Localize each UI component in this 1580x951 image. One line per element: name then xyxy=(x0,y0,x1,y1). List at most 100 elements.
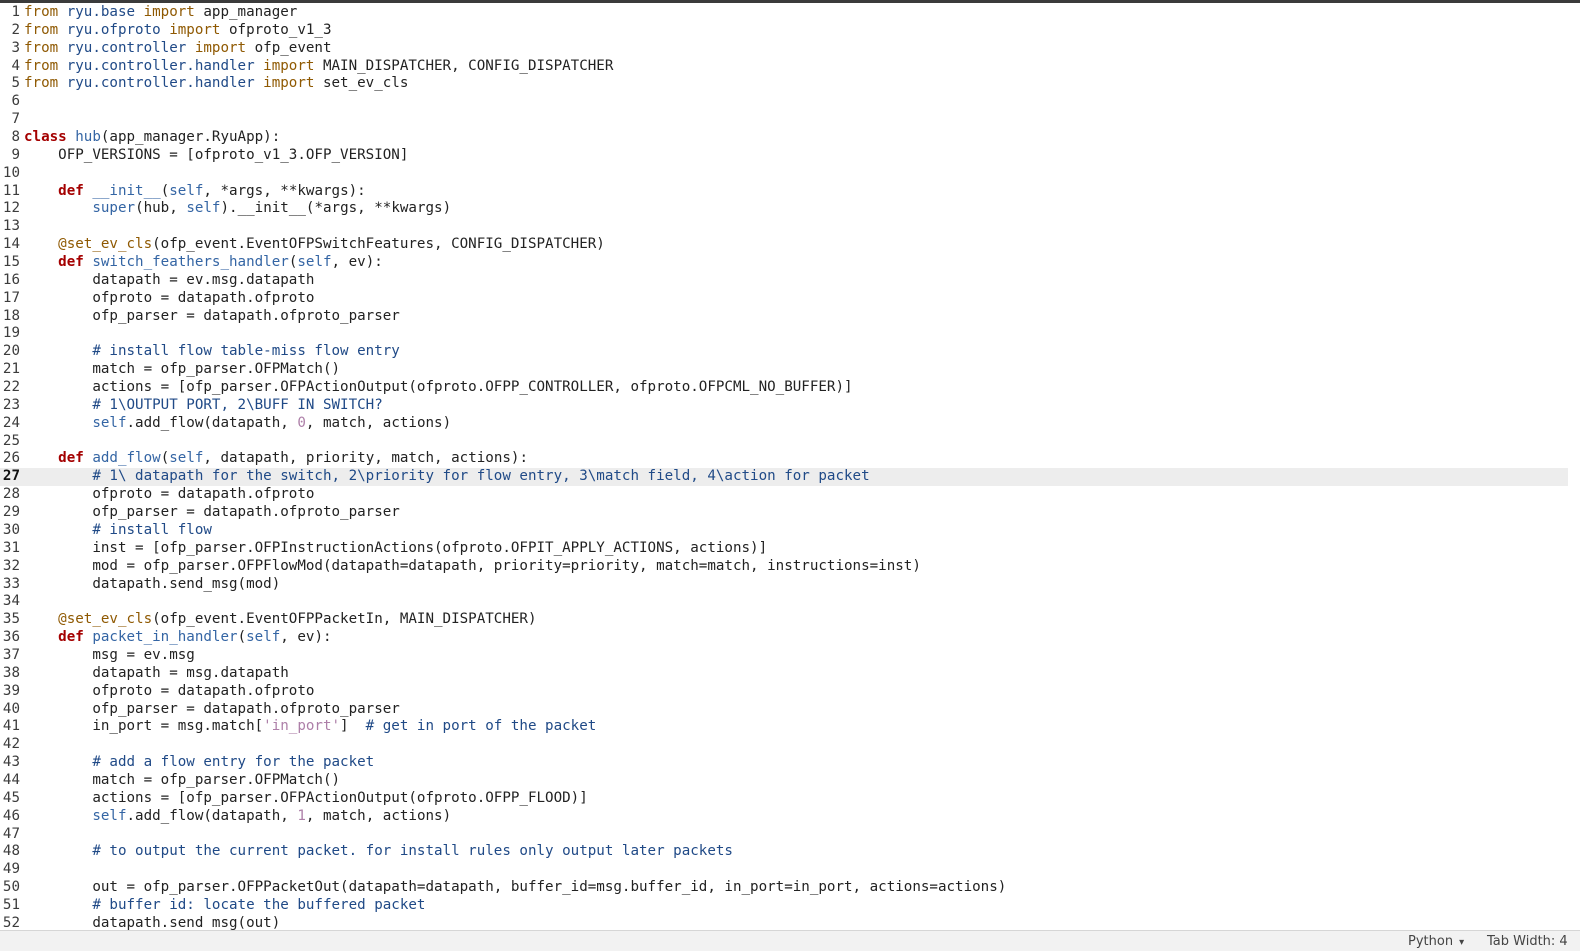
code-token: datapath.send_msg(out) xyxy=(24,914,281,931)
line-number: 33 xyxy=(2,575,20,592)
code-line[interactable]: 8 class hub(app_manager.RyuApp): xyxy=(0,129,1568,147)
code-line[interactable]: 6 xyxy=(0,93,1568,111)
code-text: datapath.send_msg(out) xyxy=(24,915,280,931)
code-line[interactable]: 49 xyxy=(0,861,1568,879)
code-line[interactable]: 4 from ryu.controller.handler import MAIN… xyxy=(0,58,1568,76)
code-line[interactable]: 32 mod = ofp_parser.OFPFlowMod(datapath=… xyxy=(0,558,1568,576)
code-line[interactable]: 2 from ryu.ofproto import ofproto_v1_3 xyxy=(0,22,1568,40)
code-line[interactable]: 42 xyxy=(0,736,1568,754)
code-line[interactable]: 9 OFP_VERSIONS = [ofproto_v1_3.OFP_VERSI… xyxy=(0,147,1568,165)
code-text: ofproto = datapath.ofproto xyxy=(24,486,314,502)
code-line[interactable]: 30 # install flow xyxy=(0,522,1568,540)
code-text: match = ofp_parser.OFPMatch() xyxy=(24,361,340,377)
code-line[interactable]: 15 def switch_feathers_handler(self, ev)… xyxy=(0,254,1568,272)
line-number: 50 xyxy=(2,879,20,896)
code-text: ofp_parser = datapath.ofproto_parser xyxy=(24,308,400,324)
code-line[interactable]: 31 inst = [ofp_parser.OFPInstructionActi… xyxy=(0,540,1568,558)
code-line[interactable]: 5 from ryu.controller.handler import set_… xyxy=(0,75,1568,93)
code-text: from ryu.controller.handler import MAIN_… xyxy=(24,58,613,74)
code-line[interactable]: 33 datapath.send_msg(mod) xyxy=(0,576,1568,594)
code-line[interactable]: 7 xyxy=(0,111,1568,129)
code-token: datapath = ev.msg.datapath xyxy=(24,271,315,288)
code-line[interactable]: 36 def packet_in_handler(self, ev): xyxy=(0,629,1568,647)
code-token: ryu.base xyxy=(58,4,136,20)
code-line[interactable]: 11 def __init__(self, *args, **kwargs): xyxy=(0,183,1568,201)
code-text: ofproto = datapath.ofproto xyxy=(24,290,314,306)
code-line[interactable]: 18 ofp_parser = datapath.ofproto_parser xyxy=(0,308,1568,326)
code-line[interactable]: 20 # install flow table-miss flow entry xyxy=(0,343,1568,361)
code-line[interactable]: 34 xyxy=(0,593,1568,611)
line-number: 31 xyxy=(2,539,20,556)
code-line[interactable]: 37 msg = ev.msg xyxy=(0,647,1568,665)
line-number: 15 xyxy=(2,254,20,271)
code-line[interactable]: 23 # 1\OUTPUT PORT, 2\BUFF IN SWITCH? xyxy=(0,397,1568,415)
code-line[interactable]: 40 ofp_parser = datapath.ofproto_parser xyxy=(0,701,1568,719)
code-line[interactable]: 43 # add a flow entry for the packet xyxy=(0,754,1568,772)
line-number: 28 xyxy=(2,486,20,503)
code-line[interactable]: 51 # buffer id: locate the buffered pack… xyxy=(0,897,1568,915)
code-text: def __init__(self, *args, **kwargs): xyxy=(24,183,366,199)
code-token: self xyxy=(297,254,332,271)
code-line[interactable]: 17 ofproto = datapath.ofproto xyxy=(0,290,1568,308)
code-token: ofp_parser = datapath.ofproto_parser xyxy=(24,307,400,324)
line-number: 14 xyxy=(2,236,20,253)
code-token: ( xyxy=(237,629,247,646)
code-line[interactable]: 25 xyxy=(0,433,1568,451)
tab-width-selector[interactable]: Tab Width: 4 xyxy=(1487,934,1568,949)
code-line[interactable]: 1 from ryu.base import app_manager xyxy=(0,4,1568,22)
code-line[interactable]: 41 in_port = msg.match['in_port'] # get … xyxy=(0,718,1568,736)
code-token: ofp_parser = datapath.ofproto_parser xyxy=(24,504,400,521)
code-line[interactable]: 39 ofproto = datapath.ofproto xyxy=(0,683,1568,701)
code-token: # 1\ datapath for the switch, 2\priority… xyxy=(92,468,870,485)
code-line[interactable]: 48 # to output the current packet. for i… xyxy=(0,843,1568,861)
line-number: 1 xyxy=(11,4,20,20)
line-number: 2 xyxy=(11,21,20,38)
code-line[interactable]: 10 xyxy=(0,165,1568,183)
code-line[interactable]: 38 datapath = msg.datapath xyxy=(0,665,1568,683)
line-number: 18 xyxy=(2,307,20,324)
code-line[interactable]: 12 super(hub, self).__init__(*args, **kw… xyxy=(0,200,1568,218)
code-line[interactable]: 22 actions = [ofp_parser.OFPActionOutput… xyxy=(0,379,1568,397)
code-line[interactable]: 16 datapath = ev.msg.datapath xyxy=(0,272,1568,290)
code-token: , match, actions) xyxy=(305,414,452,431)
code-line[interactable]: 14 @set_ev_cls(ofp_event.EventOFPSwitchF… xyxy=(0,236,1568,254)
line-number: 30 xyxy=(2,521,20,538)
code-line[interactable]: 3 from ryu.controller import ofp_event xyxy=(0,40,1568,58)
code-token: 'in_port' xyxy=(263,718,341,735)
code-editor[interactable]: 1 from ryu.base import app_manager 2 from r… xyxy=(0,4,1568,931)
code-line[interactable]: 45 actions = [ofp_parser.OFPActionOutput… xyxy=(0,790,1568,808)
code-token: import xyxy=(160,21,221,38)
code-text: datapath.send_msg(mod) xyxy=(24,576,280,592)
language-selector[interactable]: Python ▾ xyxy=(1408,934,1464,949)
code-token: OFP_VERSIONS = [ofproto_v1_3.OFP_VERSION… xyxy=(24,146,409,163)
code-line[interactable]: 50 out = ofp_parser.OFPPacketOut(datapat… xyxy=(0,879,1568,897)
code-line[interactable]: 24 self.add_flow(datapath, 0, match, act… xyxy=(0,415,1568,433)
code-token: , *args, **kwargs): xyxy=(203,182,366,199)
code-line[interactable]: 21 match = ofp_parser.OFPMatch() xyxy=(0,361,1568,379)
code-line[interactable]: 46 self.add_flow(datapath, 1, match, act… xyxy=(0,808,1568,826)
code-line[interactable]: 19 xyxy=(0,325,1568,343)
code-line[interactable]: 52 datapath.send_msg(out) xyxy=(0,915,1568,931)
code-line[interactable]: 29 ofp_parser = datapath.ofproto_parser xyxy=(0,504,1568,522)
code-line[interactable]: 44 match = ofp_parser.OFPMatch() xyxy=(0,772,1568,790)
code-token: ofp_event xyxy=(246,39,332,56)
line-number: 3 xyxy=(11,39,20,56)
code-line[interactable]: 35 @set_ev_cls(ofp_event.EventOFPPacketI… xyxy=(0,611,1568,629)
code-token: (hub, xyxy=(135,200,187,217)
code-text: OFP_VERSIONS = [ofproto_v1_3.OFP_VERSION… xyxy=(24,147,408,163)
code-token: ofproto = datapath.ofproto xyxy=(24,289,315,306)
code-line[interactable]: 27 # 1\ datapath for the switch, 2\prior… xyxy=(0,468,1568,487)
code-line[interactable]: 13 xyxy=(0,218,1568,236)
code-token: datapath.send_msg(mod) xyxy=(24,575,281,592)
window-top-border xyxy=(0,0,1580,3)
line-number: 27 xyxy=(2,468,20,485)
code-line[interactable]: 28 ofproto = datapath.ofproto xyxy=(0,486,1568,504)
vertical-scrollbar[interactable] xyxy=(1568,4,1580,931)
code-text: datapath = msg.datapath xyxy=(24,665,288,681)
code-line[interactable]: 47 xyxy=(0,826,1568,844)
code-line[interactable]: 26 def add_flow(self, datapath, priority… xyxy=(0,450,1568,468)
code-text: in_port = msg.match['in_port'] # get in … xyxy=(24,718,596,734)
